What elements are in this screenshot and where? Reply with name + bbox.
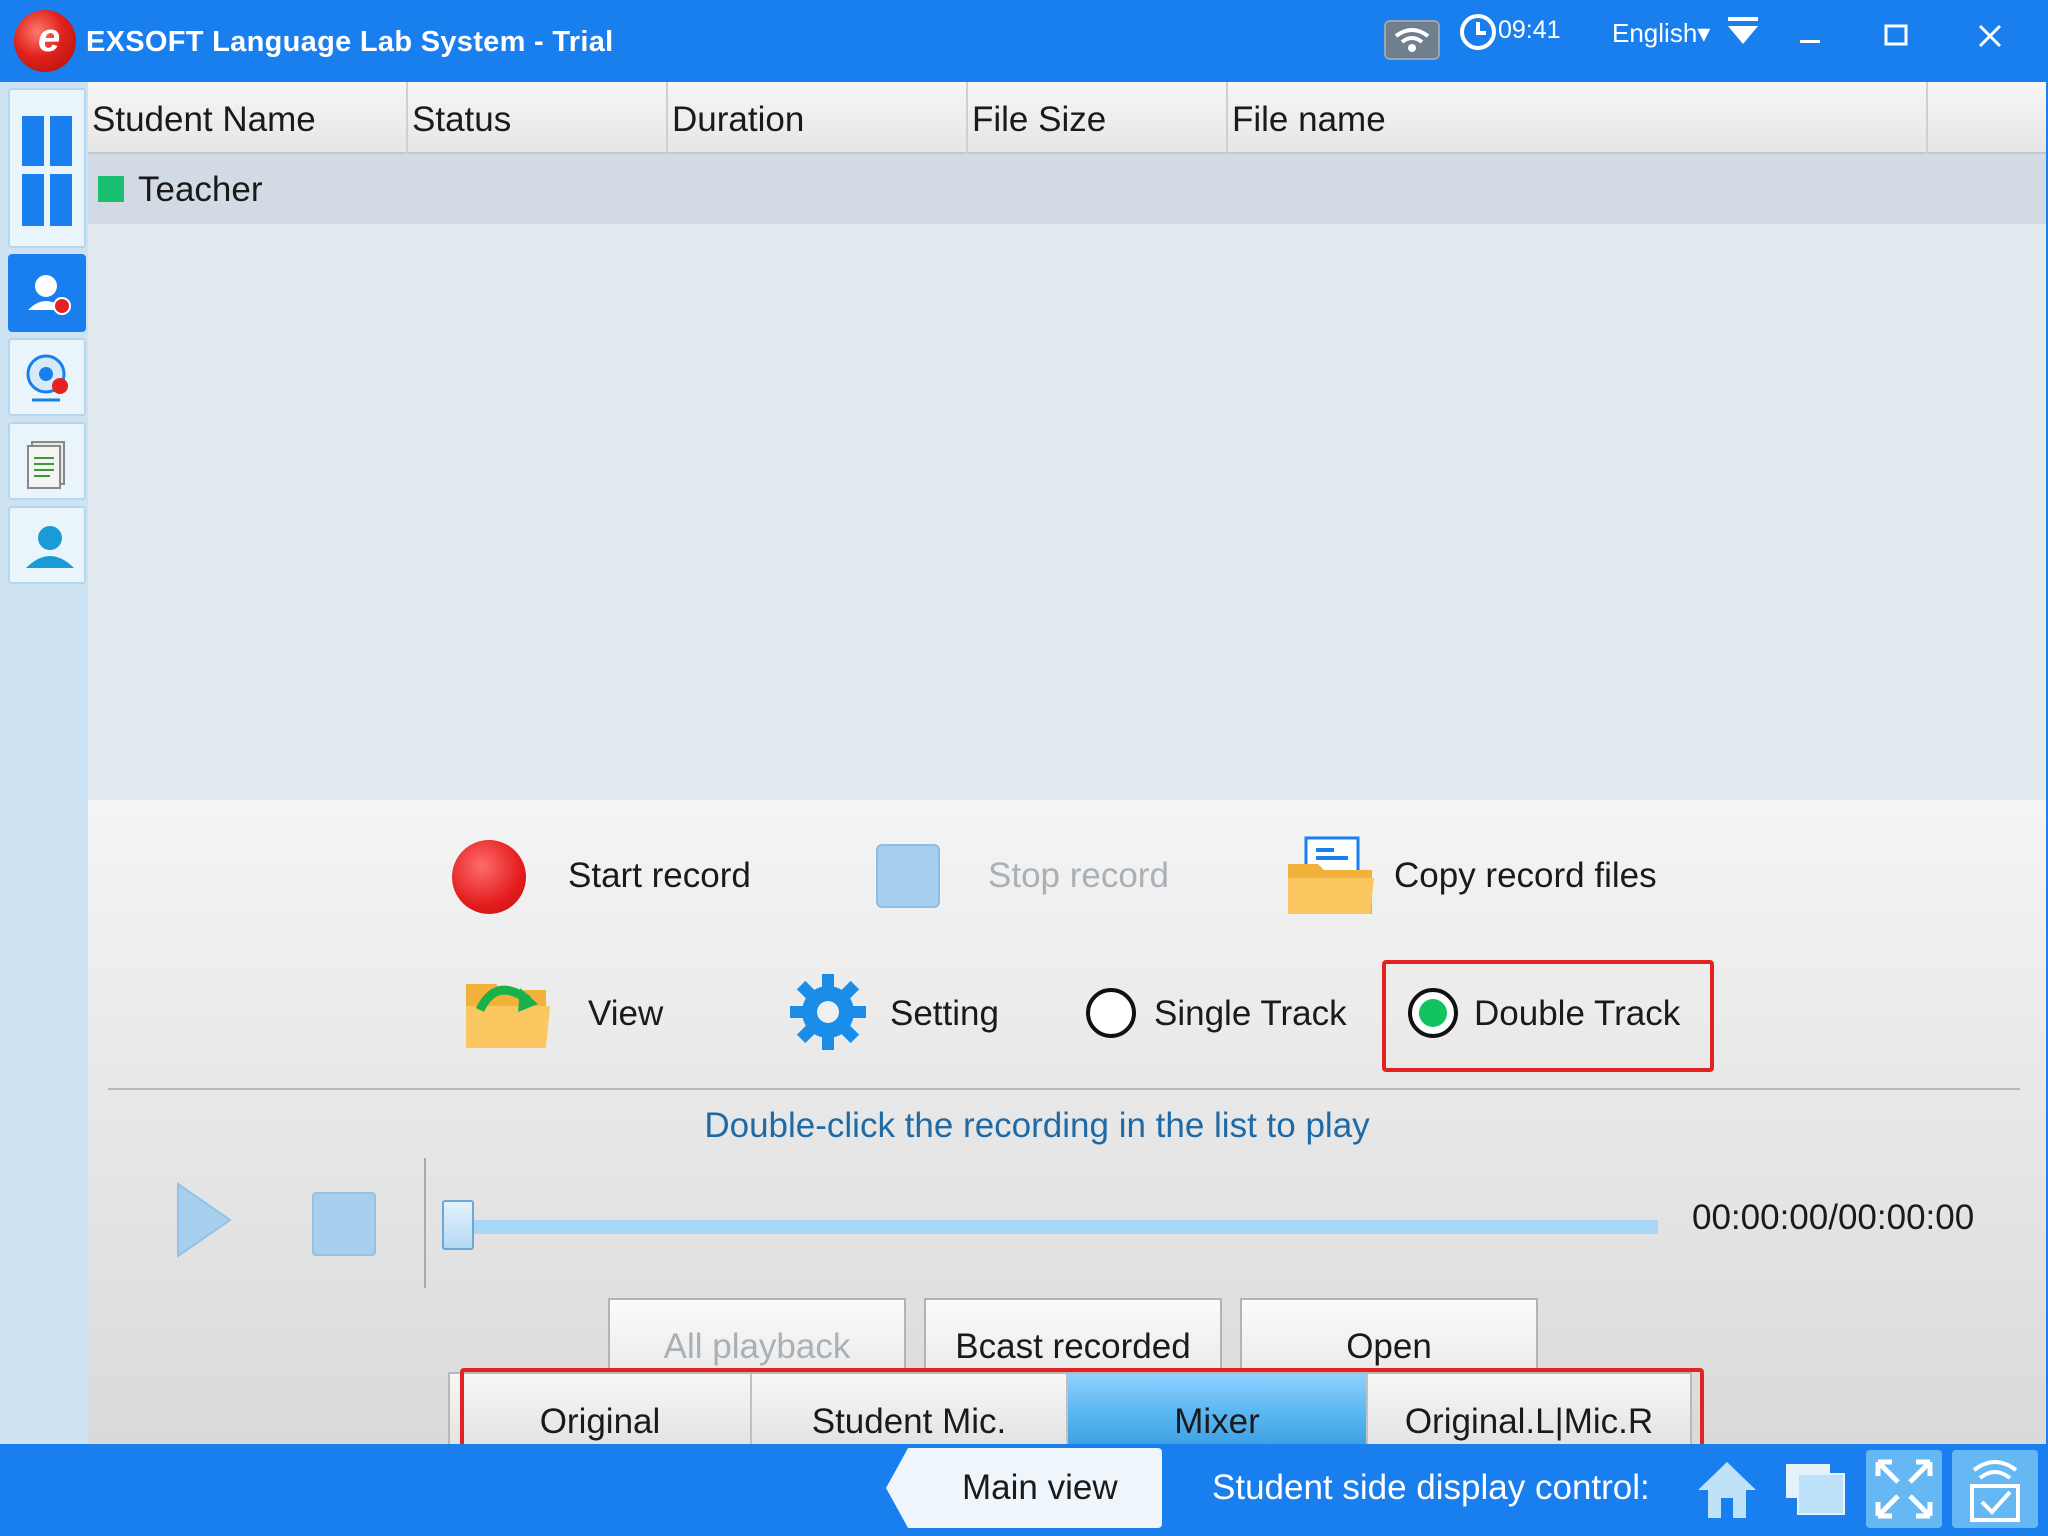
single-track-radio[interactable] — [1086, 988, 1136, 1038]
webcam-record-icon — [26, 354, 68, 402]
player-divider — [424, 1158, 426, 1288]
close-icon[interactable] — [1970, 16, 2010, 56]
fullscreen-icon — [1875, 1459, 1933, 1519]
student-name-cell: Teacher — [138, 170, 263, 209]
sidebar-layout-button[interactable] — [8, 88, 86, 248]
minimize-icon[interactable] — [1790, 16, 1830, 56]
double-track-label[interactable]: Double Track — [1474, 994, 1680, 1034]
sidebar-documents-button[interactable] — [8, 422, 86, 500]
maximize-icon[interactable] — [1876, 16, 1916, 56]
stop-playback-button[interactable] — [312, 1192, 376, 1256]
column-file-size[interactable]: File Size — [968, 82, 1228, 154]
home-icon[interactable] — [1692, 1454, 1762, 1524]
view-folder-icon[interactable] — [462, 970, 552, 1052]
document-icon — [27, 441, 65, 489]
playback-hint: Double-click the recording in the list t… — [704, 1106, 1370, 1145]
single-track-label[interactable]: Single Track — [1154, 994, 1347, 1034]
stop-record-button[interactable]: Stop record — [988, 856, 1169, 896]
language-select[interactable]: English▾ — [1612, 18, 1710, 49]
student-display-control-label: Student side display control: — [1212, 1468, 1650, 1507]
copy-files-folder-icon[interactable] — [1284, 834, 1378, 918]
column-file-name[interactable]: File name — [1228, 82, 1928, 154]
column-student-name[interactable]: Student Name — [88, 82, 408, 154]
control-panel: Start record Stop record Copy record fil… — [88, 800, 2046, 1470]
playback-time: 00:00:00/00:00:00 — [1692, 1198, 1975, 1237]
title-bar: EXSOFT Language Lab System - Trial 09:41… — [0, 0, 2048, 82]
view-button[interactable]: View — [588, 994, 663, 1034]
layout-icon — [22, 116, 72, 226]
sidebar-record-button[interactable] — [8, 254, 86, 332]
playback-slider-handle[interactable] — [442, 1200, 474, 1250]
menu-dropdown-icon[interactable] — [1724, 14, 1762, 48]
column-duration[interactable]: Duration — [668, 82, 968, 154]
double-track-radio[interactable] — [1408, 988, 1458, 1038]
status-indicator — [98, 176, 124, 202]
user-record-icon — [28, 275, 71, 315]
copy-record-files-button[interactable]: Copy record files — [1394, 856, 1657, 896]
setting-button[interactable]: Setting — [890, 994, 999, 1034]
sidebar-student-button[interactable] — [8, 506, 86, 584]
start-record-button[interactable]: Start record — [568, 856, 751, 896]
main-panel: Student Name Status Duration File Size F… — [88, 82, 2046, 1470]
left-sidebar — [0, 82, 88, 1444]
record-icon[interactable] — [452, 840, 526, 914]
stop-record-icon — [876, 844, 940, 908]
playback-progress-track[interactable] — [444, 1220, 1658, 1234]
play-icon[interactable] — [174, 1180, 234, 1260]
column-status[interactable]: Status — [408, 82, 668, 154]
fullscreen-button[interactable] — [1866, 1450, 1942, 1528]
lock-screen-button[interactable] — [1952, 1450, 2038, 1528]
window-title: EXSOFT Language Lab System - Trial — [86, 26, 614, 58]
recording-list[interactable]: Teacher — [88, 154, 2046, 800]
gear-icon[interactable] — [788, 972, 868, 1052]
main-view-button[interactable]: Main view — [886, 1448, 1162, 1528]
wifi-icon[interactable] — [1384, 20, 1440, 60]
section-divider — [108, 1088, 2020, 1090]
sidebar-webcam-record-button[interactable] — [8, 338, 86, 416]
table-header: Student Name Status Duration File Size F… — [88, 82, 2046, 154]
student-icon — [26, 526, 74, 568]
app-logo — [14, 10, 76, 72]
window-icon[interactable] — [1780, 1454, 1850, 1524]
table-row[interactable]: Teacher — [88, 154, 2046, 224]
bottom-bar: Main view Student side display control: — [0, 1444, 2048, 1536]
signal-check-icon — [1970, 1460, 2020, 1522]
clock-icon — [1458, 12, 1498, 52]
clock-time: 09:41 — [1498, 16, 1561, 44]
